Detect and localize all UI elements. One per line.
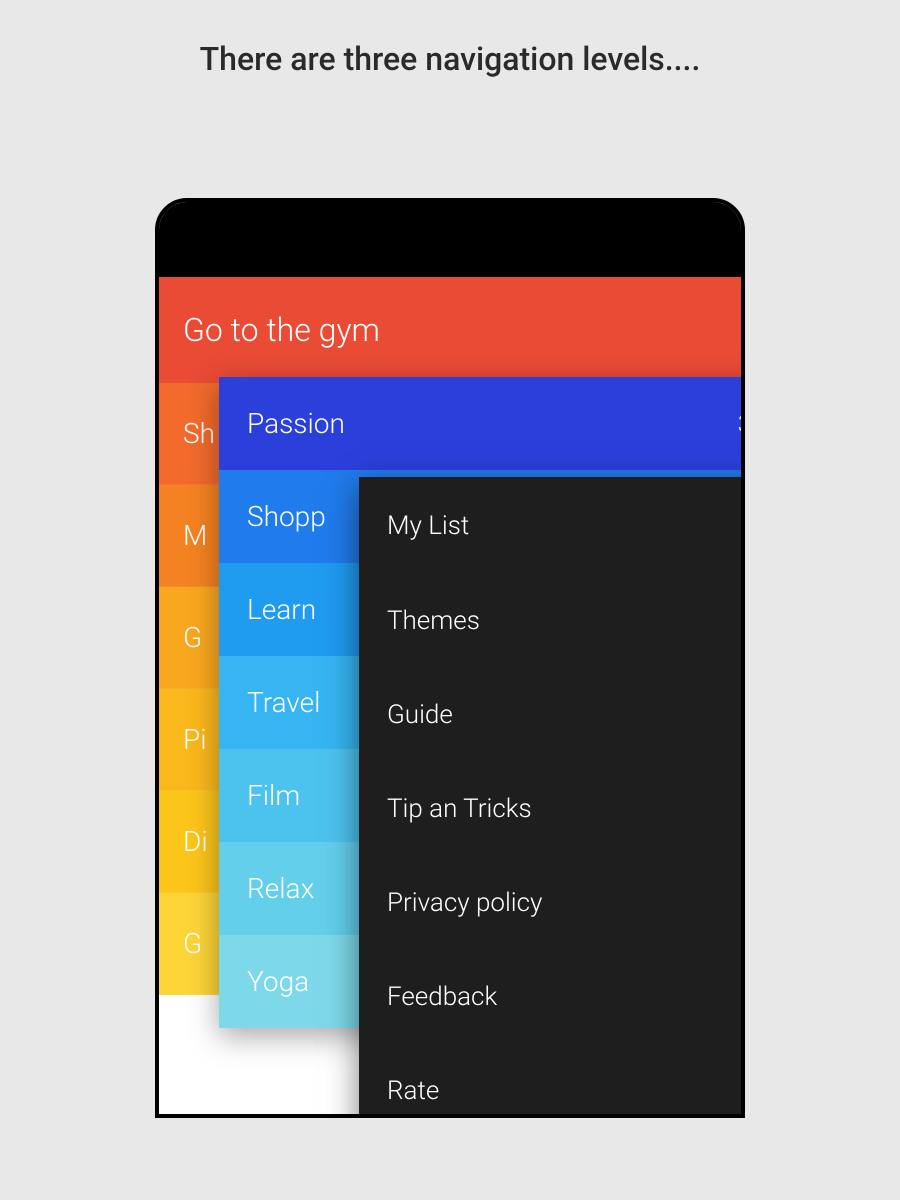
level3-panel: My List 8 Themes Guide Tip an Tricks Pri… (359, 477, 745, 1118)
level3-item-label: Guide (387, 700, 453, 730)
app-screenshot-frame: There are three navigation levels.... Pa… (0, 0, 900, 1200)
level3-item-feedback[interactable]: Feedback (359, 950, 745, 1044)
level3-item-themes[interactable]: Themes (359, 574, 745, 668)
level2-item-label: Relax (247, 872, 314, 905)
level3-item-privacy[interactable]: Privacy policy (359, 856, 745, 950)
level3-item-guide[interactable]: Guide (359, 668, 745, 762)
level1-header[interactable]: Go to the gym (159, 277, 741, 383)
level3-item-tips[interactable]: Tip an Tricks (359, 762, 745, 856)
level2-item-label: Yoga (247, 965, 309, 998)
level2-item-label: Travel (247, 686, 320, 719)
level2-item-label: Shopp (247, 500, 326, 533)
phone-notch (159, 202, 741, 222)
level3-item-label: Themes (387, 606, 480, 636)
level3-item-label: Tip an Tricks (387, 794, 532, 824)
level3-item-my-list[interactable]: My List 8 (359, 477, 745, 574)
level3-item-label: My List (387, 511, 469, 541)
level3-item-label: Rate (387, 1076, 439, 1106)
level2-item-label: Film (247, 779, 300, 812)
level3-item-rate[interactable]: Rate (359, 1044, 745, 1118)
level2-item-label: Passion (247, 407, 345, 440)
level3-item-label: Privacy policy (387, 888, 542, 918)
phone-mockup: Passion Go to the gym Sh M G Pi Di G Pas… (155, 198, 745, 1118)
page-heading: There are three navigation levels.... (35, 40, 865, 78)
level2-item-passion[interactable]: Passion 3 (219, 377, 745, 470)
level2-item-label: Learn (247, 593, 316, 626)
level2-item-count: 3 (738, 410, 745, 438)
level1-panel: Go to the gym Sh M G Pi Di G Passion 3 S… (159, 277, 741, 1118)
level3-item-label: Feedback (387, 982, 497, 1012)
